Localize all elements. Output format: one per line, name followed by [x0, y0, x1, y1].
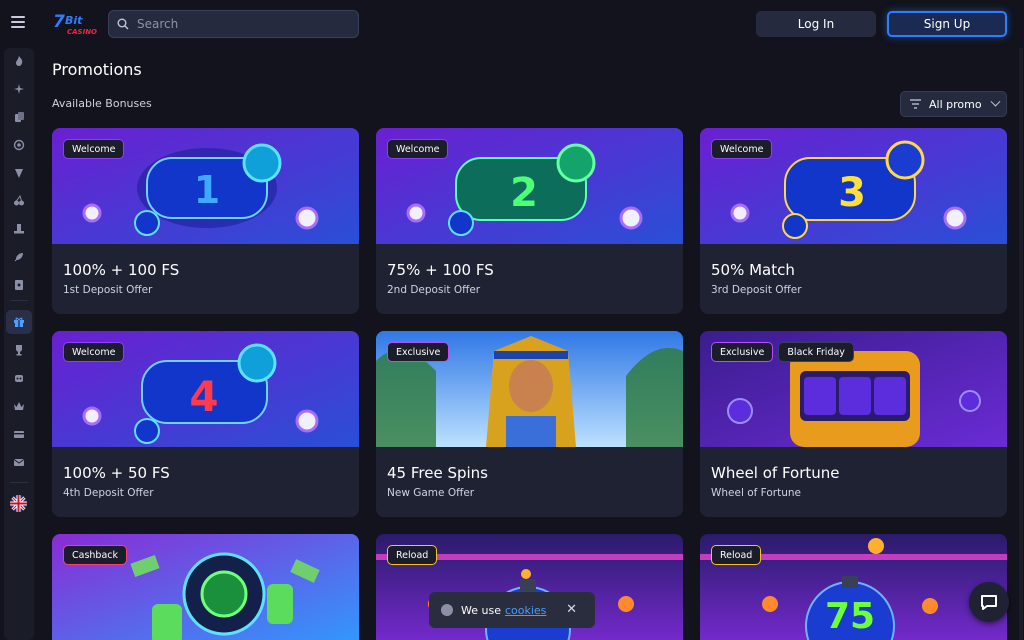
promo-subtitle: 1st Deposit Offer: [63, 284, 153, 296]
art-number: 75: [825, 596, 875, 637]
promo-card[interactable]: 4 Welcome 100% + 50 FS 4th Deposit Offer: [52, 331, 359, 517]
menu-hamburger-icon[interactable]: [11, 16, 25, 28]
promo-card[interactable]: Exclusive 45 Free Spins New Game Offer: [376, 331, 683, 517]
cashback-badge: Cashback: [63, 545, 128, 565]
art-number: 1: [194, 168, 220, 212]
filter-icon: [910, 99, 921, 109]
cookie-icon: [441, 604, 453, 616]
search-bar[interactable]: [108, 10, 359, 38]
promo-title: 100% + 50 FS: [63, 464, 170, 482]
promo-title: 100% + 100 FS: [63, 261, 180, 279]
welcome-badge: Welcome: [711, 139, 773, 159]
cookies-link[interactable]: cookies: [505, 604, 546, 617]
slot-icon[interactable]: [12, 166, 26, 180]
sidebar: [4, 48, 34, 640]
cherry-icon[interactable]: [12, 194, 26, 208]
promo-title: 45 Free Spins: [387, 464, 488, 482]
art-number: 2: [510, 170, 538, 216]
promo-title: Wheel of Fortune: [711, 464, 840, 482]
scrollbar[interactable]: [1019, 48, 1023, 640]
promo-subtitle: Wheel of Fortune: [711, 487, 801, 499]
fire-icon[interactable]: [12, 54, 26, 68]
exclusive-badge: Exclusive: [711, 342, 774, 362]
reload-badge: Reload: [387, 545, 438, 565]
reload-badge: Reload: [711, 545, 762, 565]
login-button[interactable]: Log In: [756, 11, 876, 37]
search-input[interactable]: [137, 17, 337, 31]
welcome-badge: Welcome: [387, 139, 449, 159]
chevron-down-icon: [990, 96, 1001, 107]
wallet-icon[interactable]: [12, 427, 26, 441]
trophy-icon[interactable]: [12, 343, 26, 357]
close-icon[interactable]: ✕: [566, 602, 577, 617]
uk-flag-icon[interactable]: [10, 495, 27, 512]
filter-label: All promo: [929, 97, 982, 111]
mail-icon[interactable]: [12, 455, 26, 469]
signup-button[interactable]: Sign Up: [887, 11, 1007, 37]
svg-text:Bit: Bit: [65, 14, 83, 27]
welcome-badge: Welcome: [63, 139, 125, 159]
sidebar-divider: [10, 300, 28, 301]
sparkle-icon[interactable]: [12, 82, 26, 96]
chat-icon: [981, 595, 997, 610]
promo-card[interactable]: 2 Welcome 75% + 100 FS 2nd Deposit Offer: [376, 128, 683, 314]
robot-icon[interactable]: [12, 371, 26, 385]
card-icon[interactable]: [12, 278, 26, 292]
cookie-banner: We use cookies ✕: [429, 592, 595, 628]
casino-logo[interactable]: 7 Bit CASINO: [52, 10, 100, 38]
black-friday-badge: Black Friday: [778, 342, 854, 362]
page-title: Promotions: [52, 60, 142, 79]
promo-card[interactable]: Exclusive Black Friday Wheel of Fortune …: [700, 331, 1007, 517]
crown-icon[interactable]: [12, 399, 26, 413]
rocket-icon[interactable]: [12, 250, 26, 264]
section-label: Available Bonuses: [52, 97, 152, 110]
hat-icon[interactable]: [12, 222, 26, 236]
promo-title: 75% + 100 FS: [387, 261, 494, 279]
promo-subtitle: 2nd Deposit Offer: [387, 284, 481, 296]
gift-icon[interactable]: [12, 315, 26, 329]
promo-subtitle: New Game Offer: [387, 487, 475, 499]
promo-subtitle: 3rd Deposit Offer: [711, 284, 802, 296]
live-chat-button[interactable]: [969, 582, 1009, 622]
promo-title: 50% Match: [711, 261, 795, 279]
art-number: 4: [189, 372, 218, 421]
promo-card[interactable]: 1 Welcome 100% + 100 FS 1st Deposit Offe…: [52, 128, 359, 314]
search-icon: [117, 18, 129, 30]
svg-text:CASINO: CASINO: [67, 28, 97, 36]
target-icon[interactable]: [12, 138, 26, 152]
art-number: 3: [838, 170, 866, 216]
promo-card[interactable]: 3 Welcome 50% Match 3rd Deposit Offer: [700, 128, 1007, 314]
welcome-badge: Welcome: [63, 342, 125, 362]
svg-text:7: 7: [53, 12, 65, 32]
sidebar-divider: [10, 482, 28, 483]
promo-subtitle: 4th Deposit Offer: [63, 487, 154, 499]
promo-card[interactable]: 75 Reload: [700, 534, 1007, 640]
top-header: 7 Bit CASINO Log In Sign Up: [0, 0, 1024, 48]
exclusive-badge: Exclusive: [387, 342, 450, 362]
promo-filter-dropdown[interactable]: All promo: [900, 91, 1007, 117]
cookie-text: We use: [461, 603, 501, 617]
promo-card[interactable]: Cashback: [52, 534, 359, 640]
cards-icon[interactable]: [12, 110, 26, 124]
